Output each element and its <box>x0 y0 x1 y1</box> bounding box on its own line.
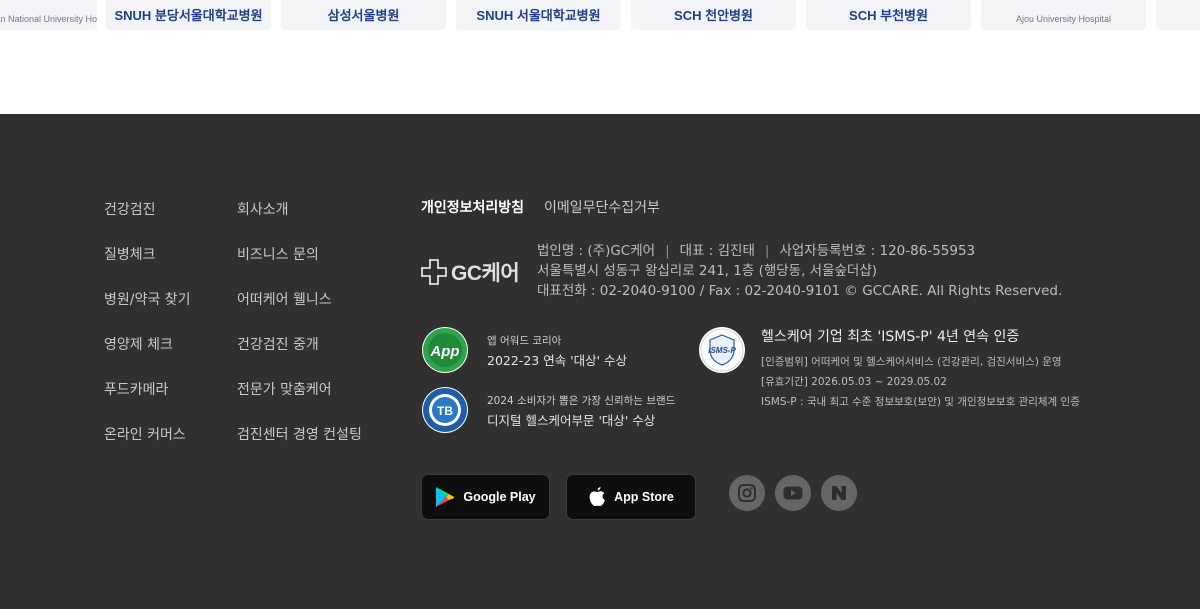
footer-link-supplement-check[interactable]: 영양제 체크 <box>104 335 190 380</box>
apple-icon <box>589 487 606 507</box>
youtube-icon <box>783 486 803 500</box>
partner-logo-label: SCH 부천병원 <box>849 8 928 23</box>
google-play-label: Google Play <box>463 490 536 504</box>
isms-description: ISMS-P : 국내 최고 수준 정보보호(보안) 및 개인정보보호 관리체계… <box>761 396 1080 408</box>
company-logo-text: GC케어 <box>451 262 520 285</box>
site-footer: 건강검진 질병체크 병원/약국 찾기 영양제 체크 푸드카메라 온라인 커머스 … <box>0 114 1200 609</box>
partner-logo: SCH 천안병원 <box>631 0 796 30</box>
isms-badge-text: ISMS-P <box>708 346 736 355</box>
footer-link-online-commerce[interactable]: 온라인 커머스 <box>104 425 190 470</box>
google-play-button[interactable]: Google Play <box>421 474 550 520</box>
partner-logo-label: SNUH 서울대학교병원 <box>476 8 601 23</box>
company-info-line1: 법인명 : (주)GC케어 | 대표 : 김진태 | 사업자등록번호 : 120-86-… <box>537 243 976 259</box>
partner-logo-label: SNUH 분당서울대학교병원 <box>114 8 263 23</box>
company-info: 법인명 : (주)GC케어 | 대표 : 김진태 | 사업자등록번호 : 120-86-… <box>537 241 1062 301</box>
partner-logo-caption: Ajou University Hospital <box>1015 14 1112 24</box>
app-store-label: App Store <box>614 490 674 504</box>
corp-name: 법인명 : (주)GC케어 <box>537 243 656 259</box>
footer-nav-services: 건강검진 질병체크 병원/약국 찾기 영양제 체크 푸드카메라 온라인 커머스 <box>104 200 190 470</box>
isms-period: [유효기간] 2026.05.03 ~ 2029.05.02 <box>761 376 947 388</box>
footer-link-checkup-brokerage[interactable]: 건강검진 중개 <box>237 335 362 380</box>
company-logo: GC케어 <box>421 257 520 287</box>
trusted-brand-badge-icon: TB <box>422 387 468 433</box>
partner-logo: Ajou University Hospital <box>981 0 1146 30</box>
partner-logo <box>1156 0 1200 30</box>
isms-title: 헬스케어 기업 최초 'ISMS-P' 4년 연속 인증 <box>761 329 1020 345</box>
instagram-link[interactable] <box>729 475 765 511</box>
business-number: 사업자등록번호 : 120-86-55953 <box>779 243 976 259</box>
app-award-badge-icon: App <box>422 327 468 373</box>
trusted-brand-badge-text: TB <box>437 404 453 418</box>
footer-link-disease-check[interactable]: 질병체크 <box>104 245 190 290</box>
naver-blog-icon <box>832 486 846 500</box>
footer-nav-company: 회사소개 비즈니스 문의 어떠케어 웰니스 건강검진 중개 전문가 맞춤케어 검… <box>237 200 362 470</box>
partner-logo-caption: Pusan National University Hospital <box>0 14 97 24</box>
company-address: 서울특별시 성동구 왕십리로 241, 1층 (행당동, 서울숲더샵) <box>537 263 878 279</box>
award-app-korea: App 앱 어워드 코리아 2022-23 연속 '대상' 수상 <box>422 327 627 373</box>
partner-logo: 삼성서울병원 <box>281 0 446 30</box>
email-refusal-link[interactable]: 이메일무단수집거부 <box>544 198 660 218</box>
award-title: 2024 소비자가 뽑은 가장 신뢰하는 브랜드 <box>487 395 676 407</box>
partner-logo: Pusan National University Hospital <box>0 0 97 30</box>
app-store-button[interactable]: App Store <box>566 474 696 520</box>
footer-link-wellness[interactable]: 어떠케어 웰니스 <box>237 290 362 335</box>
youtube-link[interactable] <box>775 475 811 511</box>
award-description: 디지털 헬스케어부문 '대상' 수상 <box>487 413 656 428</box>
footer-link-checkup[interactable]: 건강검진 <box>104 200 190 245</box>
partner-logo-label: SCH 천안병원 <box>674 8 753 23</box>
company-contact: 대표전화 : 02-2040-9100 / Fax : 02-2040-9101… <box>537 283 1063 299</box>
award-trusted-brand: TB 2024 소비자가 뽑은 가장 신뢰하는 브랜드 디지털 헬스케어부문 '… <box>422 387 675 433</box>
footer-link-hospital-finder[interactable]: 병원/약국 찾기 <box>104 290 190 335</box>
footer-link-expert-care[interactable]: 전문가 맞춤케어 <box>237 380 362 425</box>
gc-cross-icon <box>421 259 447 285</box>
footer-link-business-inquiry[interactable]: 비즈니스 문의 <box>237 245 362 290</box>
instagram-icon <box>738 484 756 502</box>
ceo-name: 대표 : 김진태 <box>679 243 755 259</box>
naver-blog-link[interactable] <box>821 475 857 511</box>
partner-logo-strip: Pusan National University Hospital SNUH … <box>0 0 1200 114</box>
footer-link-consulting[interactable]: 검진센터 경영 컨설팅 <box>237 425 362 470</box>
award-title: 앱 어워드 코리아 <box>487 335 562 347</box>
partner-logo-label: 삼성서울병원 <box>327 8 400 23</box>
google-play-icon <box>436 487 455 507</box>
footer-link-about[interactable]: 회사소개 <box>237 200 362 245</box>
privacy-policy-link[interactable]: 개인정보처리방침 <box>421 198 524 218</box>
partner-logo: SCH 부천병원 <box>806 0 971 30</box>
award-description: 2022-23 연속 '대상' 수상 <box>487 353 628 368</box>
partner-logo: SNUH 분당서울대학교병원 <box>106 0 271 30</box>
partner-logo: SNUH 서울대학교병원 <box>456 0 621 30</box>
isms-scope: [인증범위] 어떠케어 및 헬스케어서비스 (건강관리, 검진서비스) 운영 <box>761 356 1062 368</box>
app-award-badge-text: App <box>429 343 459 360</box>
footer-link-food-camera[interactable]: 푸드카메라 <box>104 380 190 425</box>
isms-badge-icon: ISMS-P <box>699 327 745 373</box>
